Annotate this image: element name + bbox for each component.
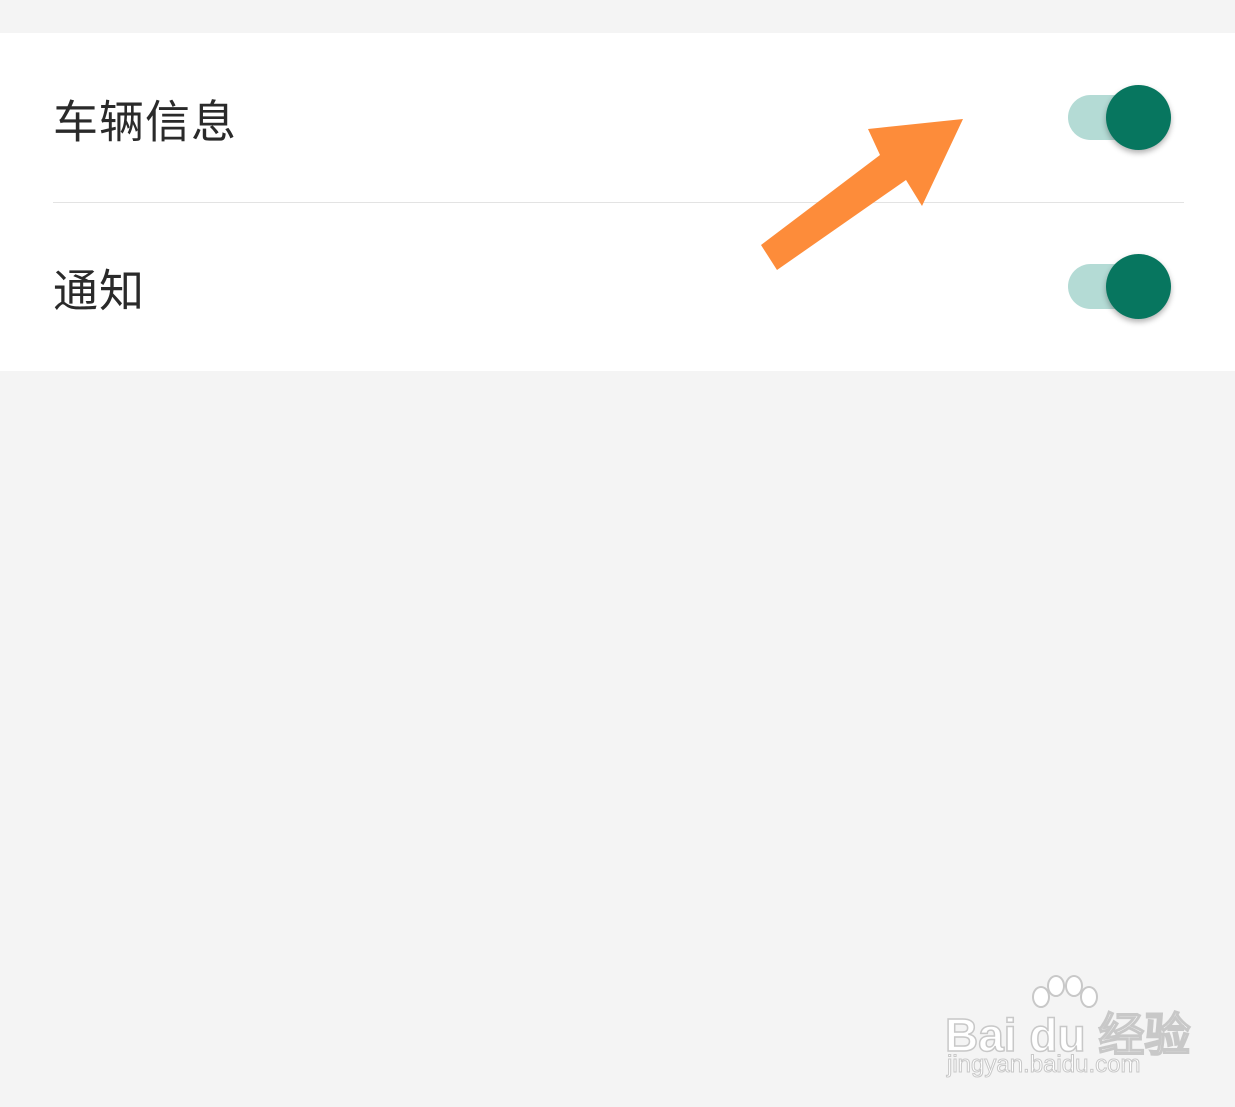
setting-label-notifications: 通知 <box>53 264 146 317</box>
notifications-toggle[interactable] <box>1068 253 1174 321</box>
toggle-thumb <box>1106 253 1171 319</box>
setting-row-notifications[interactable]: 通知 <box>0 202 1235 371</box>
watermark-url: jingyan.baidu.com <box>946 1051 1141 1079</box>
baidu-jingyan-watermark: Bai du 经验 jingyan.baidu.com <box>944 975 1191 1085</box>
setting-row-vehicle-info[interactable]: 车辆信息 <box>0 33 1235 202</box>
setting-label-vehicle-info: 车辆信息 <box>53 95 238 148</box>
settings-panel: 车辆信息 通知 <box>0 33 1235 371</box>
vehicle-info-toggle[interactable] <box>1068 84 1174 152</box>
toggle-thumb <box>1106 84 1171 150</box>
